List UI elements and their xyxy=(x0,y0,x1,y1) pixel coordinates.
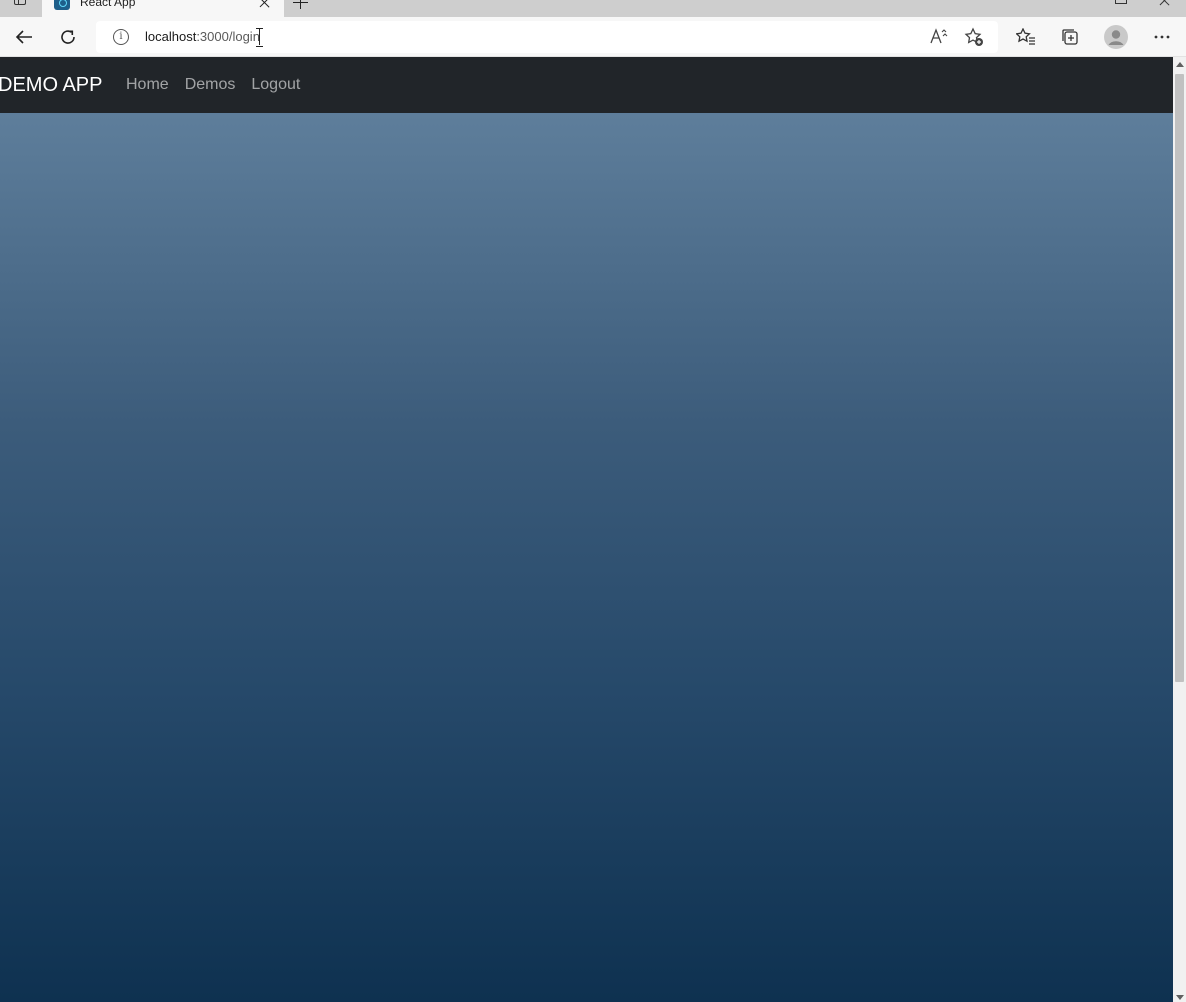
web-page: DEMO APP Home Demos Logout xyxy=(0,57,1173,1002)
site-info-icon[interactable]: i xyxy=(113,29,129,45)
back-button[interactable] xyxy=(10,23,38,51)
gradient-background xyxy=(0,113,1173,1002)
favorites-icon xyxy=(1016,28,1035,45)
scroll-down-arrow-icon[interactable] xyxy=(1176,995,1184,1000)
react-icon xyxy=(54,0,70,10)
url-text[interactable]: localhost:3000/login xyxy=(145,29,260,45)
profile-icon xyxy=(1104,25,1128,49)
refresh-button[interactable] xyxy=(54,23,82,51)
back-arrow-icon xyxy=(15,30,32,44)
tab-title: React App xyxy=(80,0,136,9)
refresh-icon xyxy=(61,30,75,44)
app-brand[interactable]: DEMO APP xyxy=(0,73,102,97)
browser-tabstrip: React App xyxy=(0,0,1186,17)
favorites-button[interactable] xyxy=(1012,23,1040,51)
window-restore-icon[interactable] xyxy=(1115,0,1127,4)
more-icon xyxy=(1154,35,1170,39)
tab-close-icon[interactable] xyxy=(258,0,272,10)
tab-actions-button[interactable] xyxy=(6,0,34,14)
address-bar[interactable]: i localhost:3000/login xyxy=(96,21,998,53)
browser-toolbar: i localhost:3000/login xyxy=(0,17,1186,57)
url-host: localhost xyxy=(145,29,197,44)
nav-links: Home Demos Logout xyxy=(126,75,300,95)
nav-link-logout[interactable]: Logout xyxy=(251,75,300,95)
url-path: :3000/login xyxy=(196,29,260,44)
collections-icon xyxy=(1062,29,1078,45)
profile-button[interactable] xyxy=(1102,23,1130,51)
window-close-icon[interactable] xyxy=(1158,0,1172,8)
nav-link-demos[interactable]: Demos xyxy=(185,75,236,95)
app-navbar: DEMO APP Home Demos Logout xyxy=(0,57,1173,113)
text-cursor-icon xyxy=(256,27,264,47)
page-scrollbar[interactable] xyxy=(1173,57,1186,1002)
scroll-thumb[interactable] xyxy=(1175,74,1184,682)
new-tab-icon[interactable] xyxy=(290,0,310,14)
tab-actions-icon xyxy=(14,0,26,5)
collections-button[interactable] xyxy=(1056,23,1084,51)
scroll-up-arrow-icon[interactable] xyxy=(1176,62,1184,67)
more-button[interactable] xyxy=(1148,23,1176,51)
add-favorite-icon[interactable] xyxy=(964,27,984,52)
browser-tab[interactable]: React App xyxy=(42,0,284,17)
read-aloud-icon[interactable] xyxy=(930,28,948,47)
nav-link-home[interactable]: Home xyxy=(126,75,169,95)
